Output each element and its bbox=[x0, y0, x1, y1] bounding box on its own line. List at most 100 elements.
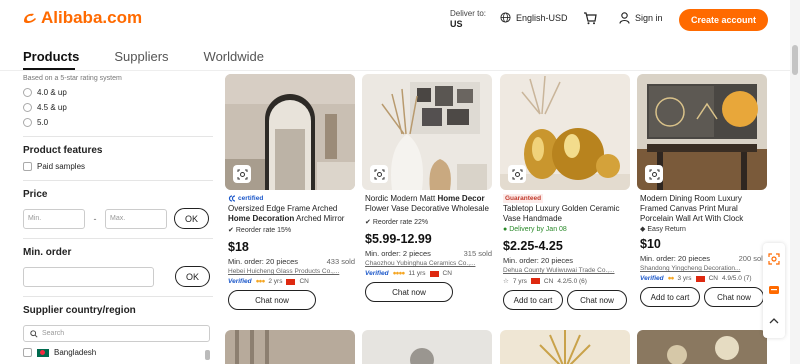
scrollbar-thumb[interactable] bbox=[792, 45, 798, 75]
supplier-link[interactable]: Chaozhou Yubinghua Ceramics Co.,... bbox=[365, 260, 492, 267]
rfq-icon[interactable] bbox=[763, 274, 785, 305]
image-search-button[interactable] bbox=[233, 165, 251, 183]
tag-label: Reorder rate 22% bbox=[372, 218, 429, 226]
tab-worldwide[interactable]: Worldwide bbox=[204, 49, 264, 64]
image-search-button[interactable] bbox=[508, 165, 526, 183]
price-range: Min. - Max. OK bbox=[23, 208, 213, 229]
image-search-button[interactable] bbox=[370, 165, 388, 183]
create-account-button[interactable]: Create account bbox=[679, 9, 768, 31]
product-title[interactable]: Tabletop Luxury Golden Ceramic Vase Hand… bbox=[503, 204, 630, 224]
divider bbox=[23, 136, 213, 137]
verified-badge: Verified bbox=[640, 275, 664, 282]
product-card[interactable]: Nordic Modern Matt Home Decor Flower Vas… bbox=[362, 74, 492, 324]
product-features-title: Product features bbox=[23, 145, 103, 156]
check-icon: ✔ bbox=[228, 227, 234, 234]
lens-icon bbox=[649, 169, 659, 179]
tag-label: Delivery by Jan 08 bbox=[509, 226, 567, 233]
supplier-years: 3 yrs bbox=[677, 275, 692, 282]
moq-label: Min. order: 2 pieces bbox=[365, 249, 431, 258]
title-text: Nordic Modern Matt bbox=[365, 194, 438, 203]
cart-icon bbox=[584, 12, 597, 25]
deliver-country: US bbox=[450, 18, 463, 29]
badge-label: certified bbox=[238, 195, 264, 202]
checkbox[interactable] bbox=[23, 348, 32, 357]
checkbox[interactable] bbox=[23, 162, 32, 171]
price-min-input[interactable]: Min. bbox=[23, 208, 85, 229]
product-image[interactable] bbox=[362, 330, 492, 364]
sidebar-scrollbar[interactable] bbox=[205, 350, 210, 360]
price-ok-button[interactable]: OK bbox=[174, 208, 209, 229]
chevron-up-icon[interactable] bbox=[763, 305, 785, 336]
image-search-button[interactable] bbox=[645, 165, 663, 183]
supplier-meta: Verified ●● 3 yrs CN 4.9/5.0 (7) bbox=[640, 275, 767, 282]
product-title[interactable]: Nordic Modern Matt Home Decor Flower Vas… bbox=[365, 194, 492, 214]
china-flag-icon bbox=[695, 275, 705, 282]
product-card[interactable]: Modern Dining Room Luxury Framed Canvas … bbox=[637, 74, 767, 324]
deliver-to[interactable]: Deliver to: US bbox=[450, 9, 486, 29]
rating-label: 5.0 bbox=[37, 118, 49, 127]
radio-button[interactable] bbox=[23, 103, 32, 112]
supplier-link[interactable]: Shandong Yingcheng Decoration... bbox=[640, 265, 767, 272]
tab-suppliers[interactable]: Suppliers bbox=[114, 49, 168, 64]
product-card[interactable]: certified Oversized Edge Frame Arched Ho… bbox=[225, 74, 355, 324]
rating-option[interactable]: 4.0 & up bbox=[23, 88, 213, 97]
product-image[interactable] bbox=[500, 330, 630, 364]
product-card[interactable]: Guaranteed Tabletop Luxury Golden Cerami… bbox=[500, 74, 630, 324]
tab-products[interactable]: Products bbox=[23, 49, 79, 64]
rating-option[interactable]: 4.5 & up bbox=[23, 103, 213, 112]
supplier-years: 7 yrs bbox=[512, 277, 527, 285]
moq-row: Min. order: 2 pieces 315 sold bbox=[365, 249, 492, 258]
title-text: Flower Vase Decorative Wholesale Ceramic… bbox=[365, 204, 489, 213]
cart-button[interactable] bbox=[583, 12, 597, 30]
moq-label: Min. order: 20 pieces bbox=[503, 256, 574, 265]
star-icon: ☆ bbox=[503, 278, 509, 285]
add-to-cart-button[interactable]: Add to cart bbox=[503, 290, 563, 310]
price-max-input[interactable]: Max. bbox=[105, 208, 167, 229]
sign-in-link[interactable]: Sign in bbox=[619, 12, 663, 24]
top-header: Alibaba.com Deliver to: US English-USD S… bbox=[0, 0, 800, 40]
supplier-link[interactable]: Hebei Huicheng Glass Products Co.,... bbox=[228, 268, 355, 275]
supplier-rating: 4.9/5.0 (7) bbox=[721, 275, 752, 282]
supplier-country: CN bbox=[299, 278, 309, 285]
delivery-tag: ● Delivery by Jan 08 bbox=[503, 226, 630, 233]
verified-badge: Verified bbox=[228, 278, 252, 285]
lens-icon bbox=[512, 169, 522, 179]
country-option[interactable]: Bangladesh bbox=[23, 348, 213, 357]
add-to-cart-button[interactable]: Add to cart bbox=[640, 287, 700, 307]
rating-option[interactable]: 5.0 bbox=[23, 118, 213, 127]
logo-text: Alibaba.com bbox=[41, 8, 143, 27]
chat-now-button[interactable]: Chat now bbox=[228, 290, 316, 310]
product-image[interactable] bbox=[225, 330, 355, 364]
supplier-country-title: Supplier country/region bbox=[23, 305, 136, 316]
product-title[interactable]: Oversized Edge Frame Arched Home Decorat… bbox=[228, 204, 355, 224]
supplier-country: CN bbox=[708, 275, 718, 282]
supplier-link[interactable]: Dehua County Wuliwuwai Trade Co.,... bbox=[503, 267, 630, 274]
min-order-title: Min. order bbox=[23, 247, 72, 258]
feature-option[interactable]: Paid samples bbox=[23, 162, 213, 171]
sold-count: 433 sold bbox=[326, 257, 355, 266]
supplier-meta: Verified ●●● 2 yrs CN bbox=[228, 278, 355, 285]
min-order-ok-button[interactable]: OK bbox=[175, 266, 210, 287]
supplier-years: 11 yrs bbox=[408, 270, 426, 277]
alibaba-logo[interactable]: Alibaba.com bbox=[22, 8, 142, 28]
divider bbox=[23, 180, 213, 181]
product-price: $2.25-4.25 bbox=[503, 239, 563, 253]
chat-now-button[interactable]: Chat now bbox=[704, 287, 764, 307]
feature-label: Paid samples bbox=[37, 162, 86, 171]
sign-in-label: Sign in bbox=[635, 13, 663, 23]
chat-now-button[interactable]: Chat now bbox=[365, 282, 453, 302]
product-title[interactable]: Modern Dining Room Luxury Framed Canvas … bbox=[640, 194, 767, 224]
certified-badge: certified bbox=[228, 194, 355, 203]
product-price: $18 bbox=[228, 240, 249, 254]
chat-now-button[interactable]: Chat now bbox=[567, 290, 627, 310]
scan-icon[interactable] bbox=[763, 243, 785, 274]
country-search-input[interactable]: Search bbox=[23, 325, 210, 342]
radio-button[interactable] bbox=[23, 88, 32, 97]
language-selector[interactable]: English-USD bbox=[500, 12, 568, 23]
product-image[interactable] bbox=[637, 330, 767, 364]
min-order-input[interactable] bbox=[23, 266, 154, 287]
rating-label: 4.0 & up bbox=[37, 88, 67, 97]
easy-return-tag: ◆ Easy Return bbox=[640, 225, 767, 234]
radio-button[interactable] bbox=[23, 118, 32, 127]
moq-row: Min. order: 20 pieces bbox=[503, 256, 630, 265]
